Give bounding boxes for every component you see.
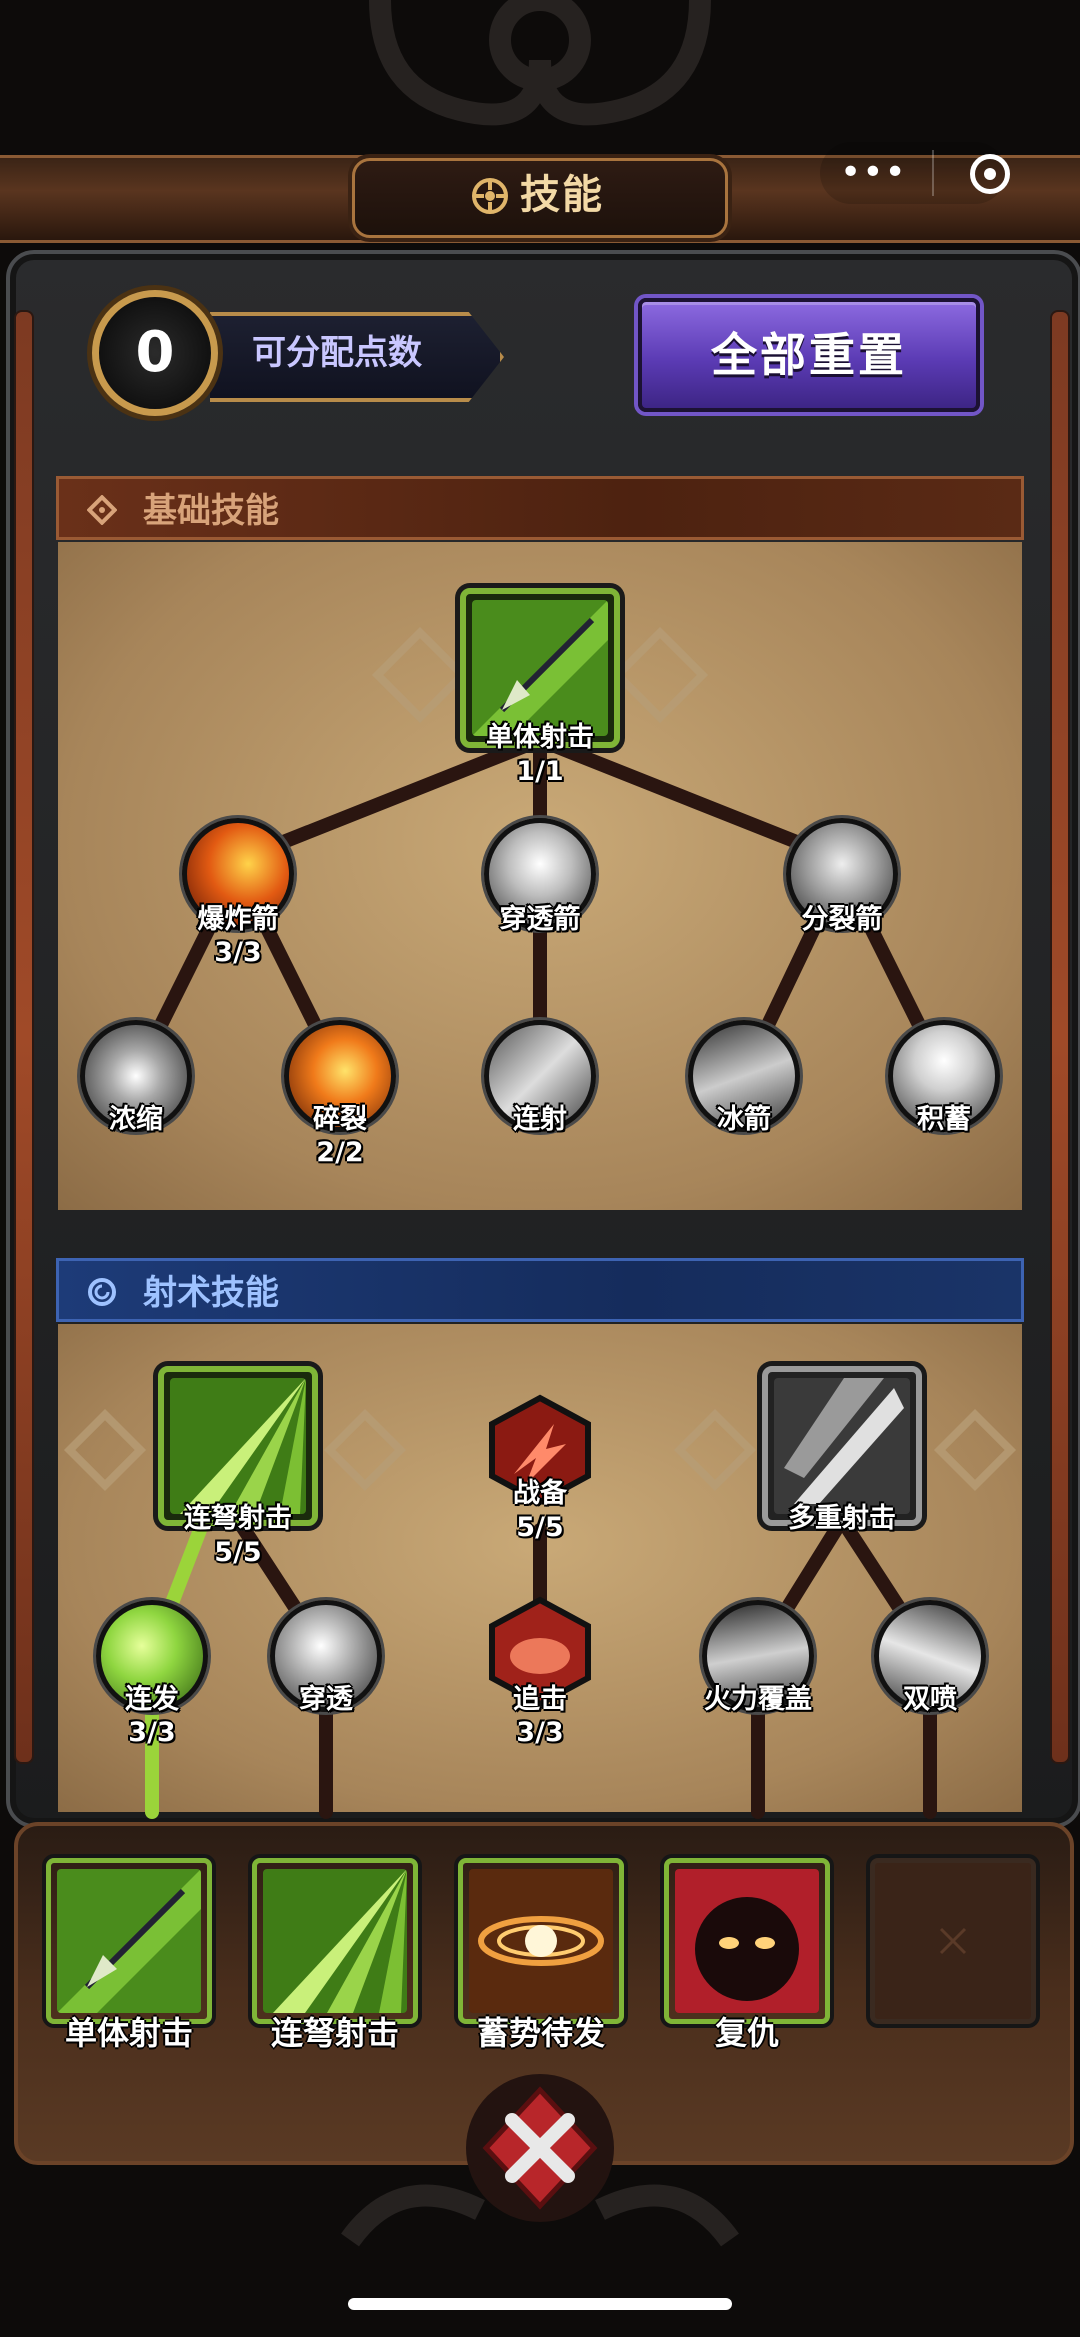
points-label: 可分配点数 (252, 333, 422, 373)
skill-burst-name: 连发 (125, 1684, 179, 1715)
skill-repeating-crossbow-name: 连弩射击 (184, 1503, 292, 1534)
archery-skills-title: 射术技能 (143, 1273, 279, 1313)
skill-repeating-crossbow-level: 5/5 (214, 1537, 262, 1568)
equipped-slot-2[interactable] (252, 1858, 418, 2024)
skill-pierce-name: 穿透 (299, 1684, 353, 1715)
skill-multi-shot-name: 多重射击 (788, 1503, 896, 1534)
skill-fire-cover-name: 火力覆盖 (704, 1684, 812, 1715)
equipped-slot-2-name: 连弩射击 (270, 2014, 399, 2052)
skill-explosive-arrow-level: 3/3 (214, 937, 262, 968)
skill-battle-ready-level: 5/5 (516, 1512, 564, 1543)
arrows-green-icon (263, 1869, 407, 2013)
capsule-divider (932, 150, 934, 196)
arrows-green-icon (170, 1378, 306, 1514)
skill-charge-name: 积蓄 (917, 1104, 971, 1135)
spiral-icon (88, 1278, 116, 1306)
archery-skills-header: 射术技能 (56, 1258, 1024, 1322)
equipped-slot-1[interactable] (46, 1858, 212, 2024)
equipped-slot-4[interactable] (664, 1858, 830, 2024)
skill-piercing-arrow-name: 穿透箭 (499, 904, 581, 935)
arrows-gray-icon (774, 1378, 910, 1514)
skill-pursuit-name: 追击 (513, 1684, 567, 1715)
skill-pursuit-level: 3/3 (516, 1717, 564, 1748)
equipped-slot-5-empty[interactable] (870, 1858, 1036, 2024)
shadow-face-icon (675, 1869, 819, 2013)
skill-node-multi-shot[interactable] (762, 1366, 922, 1526)
more-icon[interactable]: ••• (840, 155, 907, 191)
skill-concentrate-name: 浓缩 (109, 1104, 163, 1135)
skill-node-repeating-crossbow[interactable] (158, 1366, 318, 1526)
skill-ice-arrow-name: 冰箭 (717, 1104, 771, 1135)
arrow-green-icon (472, 600, 608, 736)
page-title: 技能 (520, 172, 604, 218)
basic-skills-header: 基础技能 (56, 476, 1024, 540)
close-miniprogram-icon[interactable] (970, 154, 1010, 194)
basic-skills-title: 基础技能 (143, 491, 279, 531)
skill-wheel-icon (472, 178, 508, 214)
skill-double-spray-name: 双喷 (903, 1684, 957, 1715)
skill-single-shot-level: 1/1 (516, 756, 564, 787)
home-indicator (348, 2298, 732, 2310)
empty-slot-x-icon (939, 1927, 967, 1955)
frame-side-left (14, 310, 34, 1764)
skill-explosive-arrow-name: 爆炸箭 (197, 904, 279, 935)
equipped-slot-3[interactable] (458, 1858, 624, 2024)
skill-battle-ready-name: 战备 (513, 1478, 567, 1509)
swirl-orb-icon (469, 1869, 613, 2013)
skill-single-shot-name: 单体射击 (486, 722, 594, 753)
close-button[interactable] (462, 2070, 618, 2226)
equipped-slot-3-name: 蓄势待发 (476, 2014, 605, 2052)
skill-rapid-fire-name: 连射 (513, 1104, 567, 1135)
diamond-icon (87, 495, 117, 525)
frame-side-right (1050, 310, 1070, 1764)
skill-shatter-level: 2/2 (316, 1137, 364, 1168)
skill-shatter-name: 碎裂 (313, 1104, 367, 1135)
reset-all-button[interactable]: 全部重置 (638, 298, 980, 412)
skill-burst-level: 3/3 (128, 1717, 176, 1748)
points-value: 0 (135, 320, 175, 385)
equipped-slot-4-name: 复仇 (714, 2014, 779, 2052)
arrow-green-icon (57, 1869, 201, 2013)
equipped-slot-1-name: 单体射击 (64, 2014, 193, 2052)
skill-split-arrow-name: 分裂箭 (801, 904, 883, 935)
